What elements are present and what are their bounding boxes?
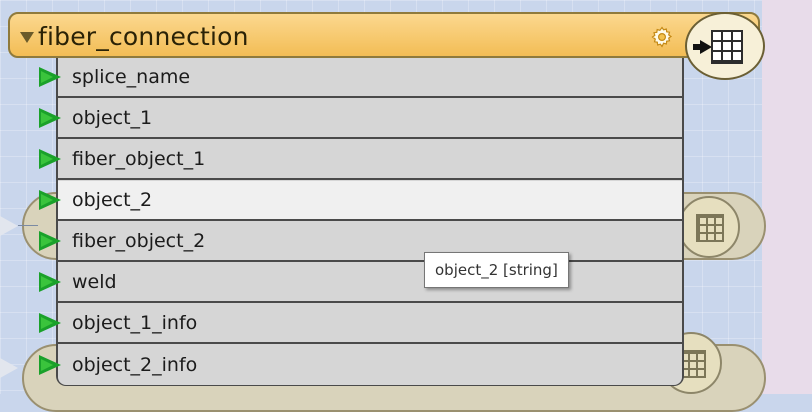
transformer-header[interactable]: fiber_connection [8,12,760,58]
transformer-title: fiber_connection [38,21,249,51]
attribute-row[interactable]: object_1_info [39,304,682,344]
title-wrap: fiber_connection [20,20,249,52]
attribute-label: object_1 [72,107,153,129]
attribute-list: splice_name object_1 fiber_object_1 obje… [39,58,684,386]
attribute-row[interactable]: object_2_info [39,345,682,385]
input-port-icon[interactable] [39,313,61,333]
transformer-node[interactable]: fiber_connection splice_name object_1 fi… [8,12,765,386]
attribute-label: fiber_object_2 [72,230,206,252]
attribute-row[interactable]: fiber_object_2 [39,222,682,262]
attribute-row[interactable]: weld [39,263,682,303]
input-port-icon[interactable] [39,108,61,128]
attribute-label: object_2_info [72,354,198,376]
input-port-icon[interactable] [39,231,61,251]
attribute-tooltip: object_2 [string] [424,252,569,288]
input-port-icon[interactable] [39,67,61,87]
side-region [762,0,812,394]
gear-icon[interactable] [650,25,674,49]
input-port-icon[interactable] [39,355,61,375]
attribute-label: fiber_object_1 [72,148,206,170]
attribute-label: splice_name [72,66,191,88]
attribute-label: weld [72,271,117,293]
table-grid-icon [711,30,743,64]
table-writer-icon[interactable] [685,12,765,80]
attribute-row-selected[interactable]: object_2 [39,181,682,221]
table-icon[interactable] [678,196,740,258]
input-port-icon[interactable] [39,190,61,210]
attribute-row[interactable]: fiber_object_1 [39,140,682,180]
attribute-row[interactable]: splice_name [39,58,682,98]
input-port-icon[interactable] [39,149,61,169]
attribute-label: object_1_info [72,312,198,334]
attribute-label: object_2 [72,189,153,211]
collapse-triangle-icon[interactable] [20,31,34,43]
attribute-row[interactable]: object_1 [39,99,682,139]
input-port-icon[interactable] [39,272,61,292]
